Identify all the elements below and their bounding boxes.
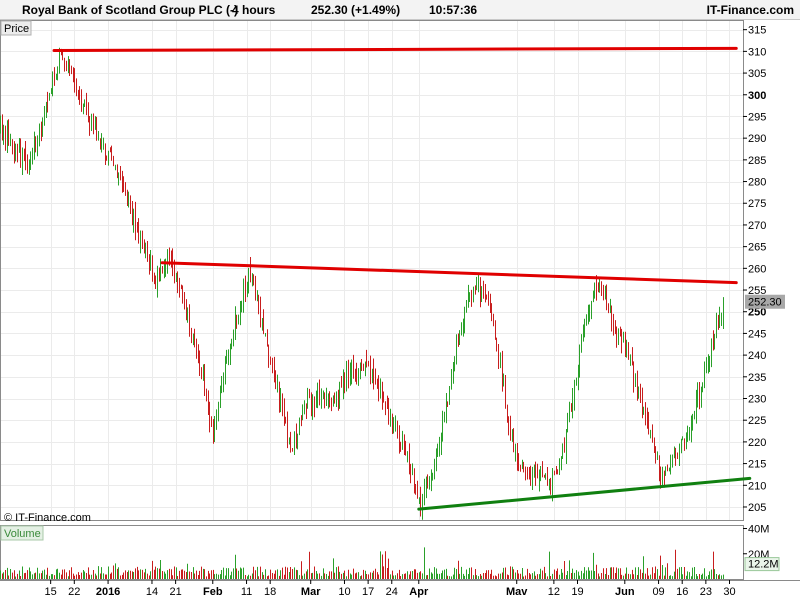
time-tick-label: 21 [169,586,181,598]
price-tick-label: 220 [748,437,766,449]
time-tick-label: 23 [700,586,712,598]
last-price-marker: 252.30 [745,294,785,309]
price-tick-label: 240 [748,350,766,362]
time-tick-label: 11 [241,586,252,598]
volume-tick-label: 40M [748,524,769,536]
price-chart[interactable]: 2052102152202252302352402452502552602652… [0,0,800,600]
price-panel-label: Price [4,23,29,35]
watermark: © IT-Finance.com [4,512,91,524]
time-tick-label: 16 [676,586,688,598]
price-tick-label: 315 [748,25,766,37]
time-tick-label: 17 [362,586,374,598]
price-tick-label: 300 [748,90,766,102]
price-tick-label: 305 [748,68,766,80]
time-tick-label: 15 [45,586,57,598]
price-tick-label: 310 [748,46,766,58]
price-tick-label: 205 [748,502,766,514]
time-tick-label: Mav [506,586,528,598]
time-tick-label: 2016 [96,586,120,598]
price-tick-label: 295 [748,111,766,123]
time-tick-label: 30 [723,586,735,598]
price-tick-label: 215 [748,459,766,471]
time-tick-label: 24 [386,586,398,598]
time-tick-label: 14 [146,586,158,598]
volume-panel-label: Volume [4,528,41,540]
last-volume-label: 12.2M [748,559,779,571]
time-tick-label: 10 [338,586,350,598]
time-tick-label: Jun [615,586,635,598]
price-tick-label: 230 [748,394,766,406]
price-tick-label: 270 [748,220,766,232]
price-tick-label: 245 [748,328,766,340]
price-tick-label: 290 [748,133,766,145]
time-tick-label: Feb [203,586,223,598]
price-tick-label: 275 [748,198,766,210]
price-tick-label: 280 [748,177,766,189]
time-tick-label: 22 [68,586,80,598]
price-tick-label: 285 [748,155,766,167]
last-price-label: 252.30 [748,297,782,309]
volume-axis: 40M20M [743,524,769,561]
price-tick-label: 235 [748,372,766,384]
time-tick-label: 12 [548,586,560,598]
last-volume-marker: 12.2M [744,557,780,572]
price-tick-label: 225 [748,415,766,427]
time-tick-label: 19 [571,586,583,598]
price-tick-label: 265 [748,242,766,254]
price-tick-label: 210 [748,480,766,492]
time-tick-label: 18 [264,586,276,598]
time-tick-label: 09 [652,586,664,598]
time-axis: 15 22 2016 14 21 Feb 11 18 Mar 10 17 24 Apr Mav 12 19 Ju… [45,580,736,598]
price-tick-label: 260 [748,263,766,275]
time-tick-label: Mar [301,586,321,598]
time-tick-label: Apr [409,586,429,598]
price-axis: 2052102152202252302352402452502552602652… [743,25,766,514]
